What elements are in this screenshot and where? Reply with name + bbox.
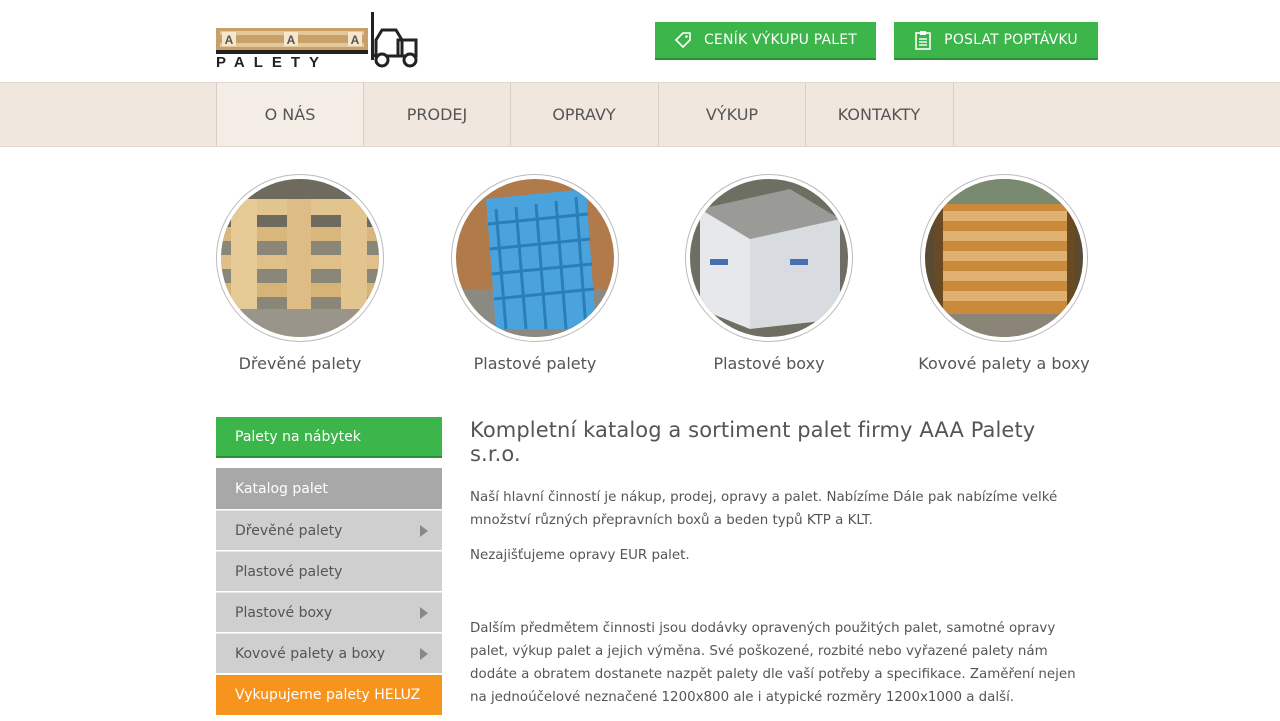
nav-item-contacts[interactable]: KONTAKTY — [805, 83, 952, 146]
svg-text:A: A — [351, 33, 360, 47]
nav-item-buyout[interactable]: VÝKUP — [658, 83, 805, 146]
category-image-frame — [685, 174, 853, 342]
send-inquiry-button[interactable]: POSLAT POPTÁVKU — [894, 22, 1098, 60]
services-paragraph: Dalším předmětem činnosti jsou dodávky o… — [470, 621, 1076, 705]
sidebar-item-wooden-pallets[interactable]: Dřevěné palety — [216, 510, 442, 550]
sidebar-promo-furniture-pallets[interactable]: Palety na nábytek — [216, 417, 442, 458]
chevron-right-icon — [420, 525, 428, 537]
tag-icon — [674, 32, 691, 49]
price-list-label: CENÍK VÝKUPU PALET — [703, 32, 858, 48]
plastic-box-image — [690, 179, 848, 337]
sidebar-item-label: Plastové palety — [235, 563, 343, 580]
chevron-right-icon — [420, 648, 428, 660]
nav-divider — [953, 83, 954, 146]
intro-paragraph: Naší hlavní činností je nákup, prodej, o… — [470, 490, 1058, 528]
category-image-frame — [920, 174, 1088, 342]
sidebar-orange-label: Vykupujeme palety HELUZ — [235, 687, 421, 703]
page-title: Kompletní katalog a sortiment palet firm… — [470, 418, 1036, 466]
sidebar-promo-label: Palety na nábytek — [235, 428, 361, 445]
price-list-button[interactable]: CENÍK VÝKUPU PALET — [655, 22, 876, 60]
nav-item-label: VÝKUP — [705, 105, 759, 124]
category-label: Dřevěné palety — [238, 354, 362, 373]
category-image-frame — [216, 174, 384, 342]
plastic-pallet-image — [456, 179, 614, 337]
sidebar-heading-label: Katalog palet — [235, 480, 328, 497]
svg-text:PALETY: PALETY — [216, 54, 328, 70]
nav-item-label: OPRAVY — [552, 105, 616, 124]
category-label: Plastové palety — [473, 354, 597, 373]
clipboard-icon — [915, 31, 931, 50]
company-logo[interactable]: A A A PALETY — [216, 10, 422, 71]
sidebar-item-label: Kovové palety a boxy — [235, 645, 386, 662]
metal-box-image — [925, 179, 1083, 337]
notice-paragraph: Nezajišťujeme opravy EUR palet. — [470, 548, 690, 563]
sidebar-item-plastic-pallets[interactable]: Plastové palety — [216, 551, 442, 591]
nav-item-repairs[interactable]: OPRAVY — [510, 83, 657, 146]
sidebar-heading-catalog[interactable]: Katalog palet — [216, 468, 442, 509]
nav-item-label: O NÁS — [264, 105, 316, 124]
category-image-frame — [451, 174, 619, 342]
nav-item-sales[interactable]: PRODEJ — [363, 83, 510, 146]
nav-item-label: PRODEJ — [406, 105, 468, 124]
svg-text:A: A — [287, 33, 296, 47]
sidebar-promo-heluz[interactable]: Vykupujeme palety HELUZ — [216, 675, 442, 715]
category-metal-pallets[interactable]: Kovové palety a boxy — [887, 174, 1121, 373]
sidebar-item-plastic-boxes[interactable]: Plastové boxy — [216, 592, 442, 632]
main-content: Kompletní katalog a sortiment palet firm… — [470, 418, 1090, 721]
send-inquiry-label: POSLAT POPTÁVKU — [944, 32, 1078, 48]
category-plastic-boxes[interactable]: Plastové boxy — [652, 174, 886, 373]
chevron-right-icon — [420, 607, 428, 619]
main-navigation: O NÁS PRODEJ OPRAVY VÝKUP KONTAKTY — [0, 82, 1280, 147]
wooden-pallet-image — [221, 179, 379, 337]
sidebar-item-metal-pallets[interactable]: Kovové palety a boxy — [216, 633, 442, 673]
category-plastic-pallets[interactable]: Plastové palety — [418, 174, 652, 373]
nav-item-about[interactable]: O NÁS — [216, 83, 363, 146]
svg-text:A: A — [225, 33, 234, 47]
category-label: Plastové boxy — [713, 354, 825, 373]
sidebar-item-label: Dřevěné palety — [235, 522, 343, 539]
category-label: Kovové palety a boxy — [918, 354, 1090, 373]
nav-item-label: KONTAKTY — [837, 105, 921, 124]
category-wooden-pallets[interactable]: Dřevěné palety — [183, 174, 417, 373]
sidebar-item-label: Plastové boxy — [235, 604, 333, 621]
